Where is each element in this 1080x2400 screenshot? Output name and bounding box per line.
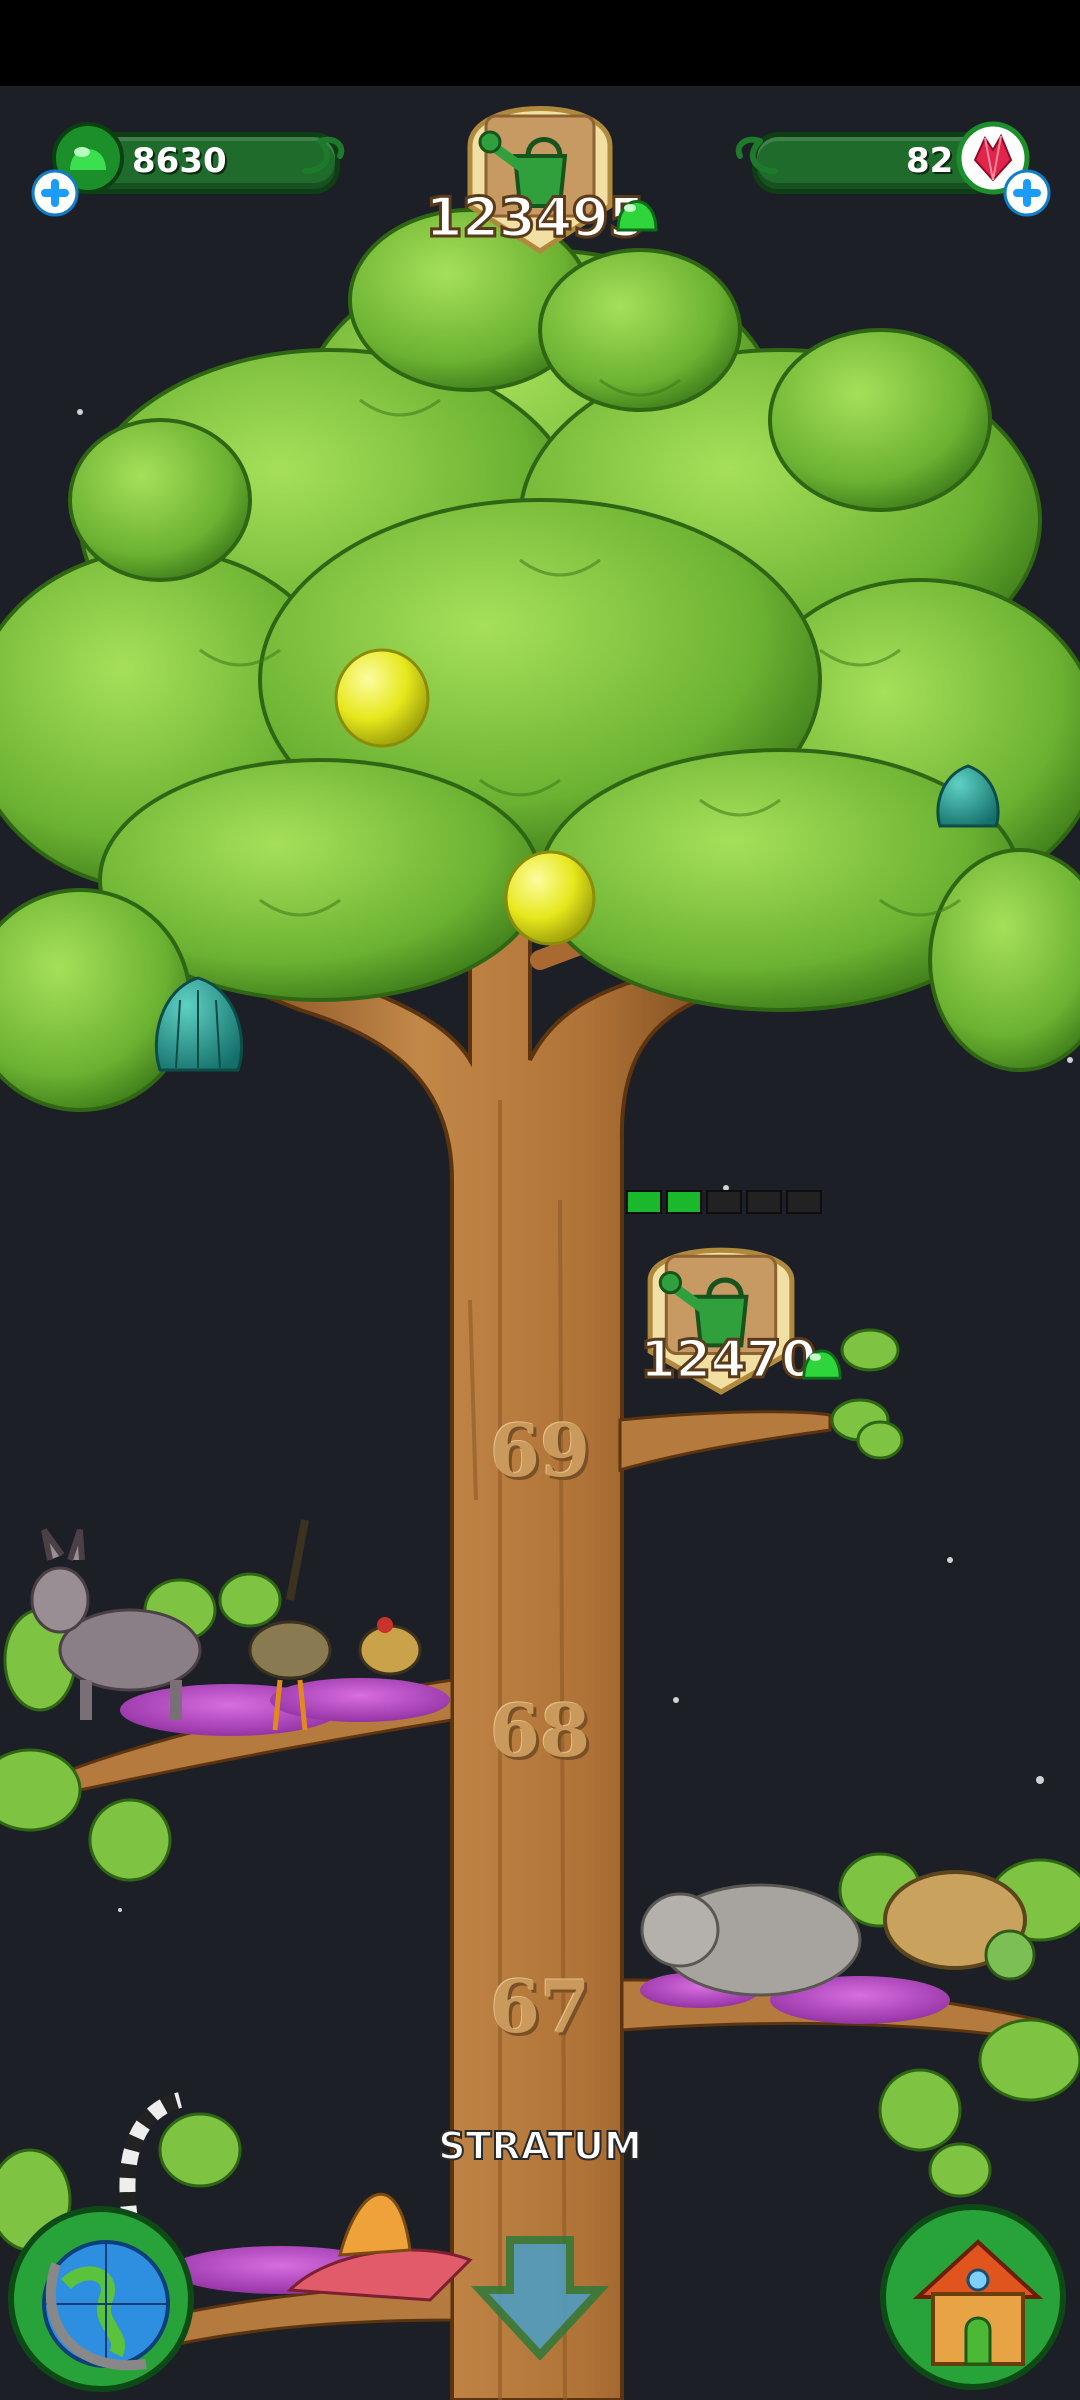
spinosaurus[interactable] [286, 2192, 473, 2302]
yellow-fruit-icon[interactable] [504, 850, 596, 946]
house-button[interactable] [878, 2202, 1068, 2392]
globe-button[interactable] [6, 2204, 196, 2394]
vine-ornament-icon [735, 136, 778, 174]
branch-progress-bar [626, 1190, 822, 1214]
progress-segment [706, 1190, 742, 1214]
progress-segment [746, 1190, 782, 1214]
gems-value: 8630 [132, 141, 227, 181]
level-number-69: 69 [489, 1408, 591, 1493]
down-arrow-icon [470, 2236, 610, 2360]
upgrade-cost: 12470 [639, 1329, 819, 1392]
down-arrow-button[interactable] [470, 2230, 610, 2360]
add-gems-button[interactable] [30, 168, 80, 218]
progress-segment [786, 1190, 822, 1214]
canopy [0, 208, 1080, 1112]
tree-scene [0, 208, 1080, 2400]
level-number-67: 67 [489, 1964, 591, 2049]
level-number-68: 68 [489, 1688, 591, 1773]
progress-segment [626, 1190, 662, 1214]
crystals-value: 82 [906, 141, 954, 181]
globe-icon [42, 2240, 170, 2371]
progress-segment [666, 1190, 702, 1214]
stratum-label: STRATUM [437, 2123, 643, 2169]
yellow-fruit-icon[interactable] [334, 648, 430, 748]
woodpecker[interactable] [358, 1617, 422, 1676]
green-gem-icon [616, 200, 658, 232]
green-gem-icon [802, 1349, 842, 1380]
system-status-bar [0, 0, 1080, 86]
vine-ornament-icon [302, 136, 345, 174]
add-crystals-button[interactable] [1002, 168, 1052, 218]
